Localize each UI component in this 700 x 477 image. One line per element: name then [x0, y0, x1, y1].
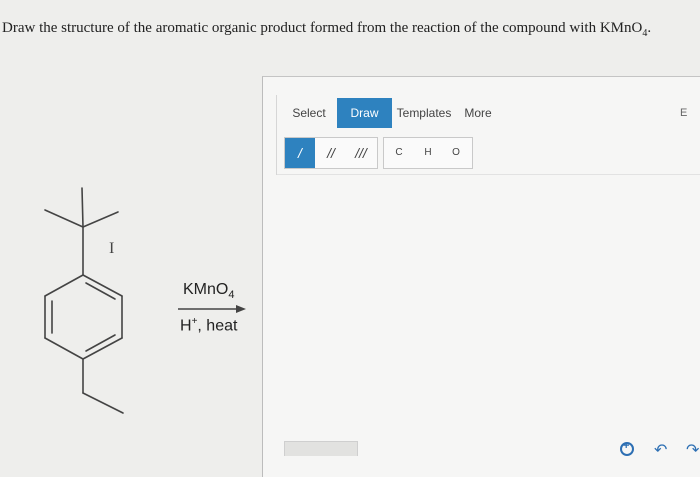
tab-select[interactable]: Select — [284, 98, 334, 128]
carbon-atom-button[interactable]: C — [385, 138, 413, 168]
molecule-label: I — [109, 240, 114, 257]
tab-draw[interactable]: Draw — [337, 98, 392, 128]
single-bond-button[interactable]: / — [285, 138, 315, 168]
triple-bond-button[interactable]: /// — [346, 138, 376, 168]
tab-more[interactable]: More — [461, 98, 495, 128]
question-text: Draw the structure of the aromatic organ… — [2, 20, 652, 39]
reagent-conditions: H+, heat — [180, 316, 238, 335]
redo-icon[interactable]: ↷ — [686, 440, 699, 460]
bond-ring-6 — [44, 274, 84, 297]
bond-ring-double-2 — [85, 334, 116, 352]
bond-tool-group: / // /// — [284, 137, 378, 169]
double-bond-button[interactable]: // — [316, 138, 346, 168]
toolbar-divider — [277, 174, 700, 175]
oxygen-atom-button[interactable]: O — [442, 138, 470, 168]
atom-tool-group: C H O — [383, 137, 473, 169]
undo-icon[interactable]: ↶ — [654, 440, 667, 460]
reagent-kmno4: KMnO4 — [183, 281, 235, 302]
reaction-arrow — [178, 305, 246, 313]
bond-tbu-left — [44, 209, 84, 228]
tab-templates[interactable]: Templates — [394, 98, 454, 128]
bond-tbu-right — [82, 211, 119, 228]
bond-ring-double-1 — [85, 282, 116, 300]
tab-edge-label[interactable]: E — [680, 98, 687, 128]
hydrogen-atom-button[interactable]: H — [414, 138, 442, 168]
bond-ring-4 — [44, 337, 84, 360]
reactant-structure: I — [44, 187, 124, 414]
bond-tbu-up — [81, 187, 84, 228]
bond-ethyl-2 — [82, 392, 124, 414]
